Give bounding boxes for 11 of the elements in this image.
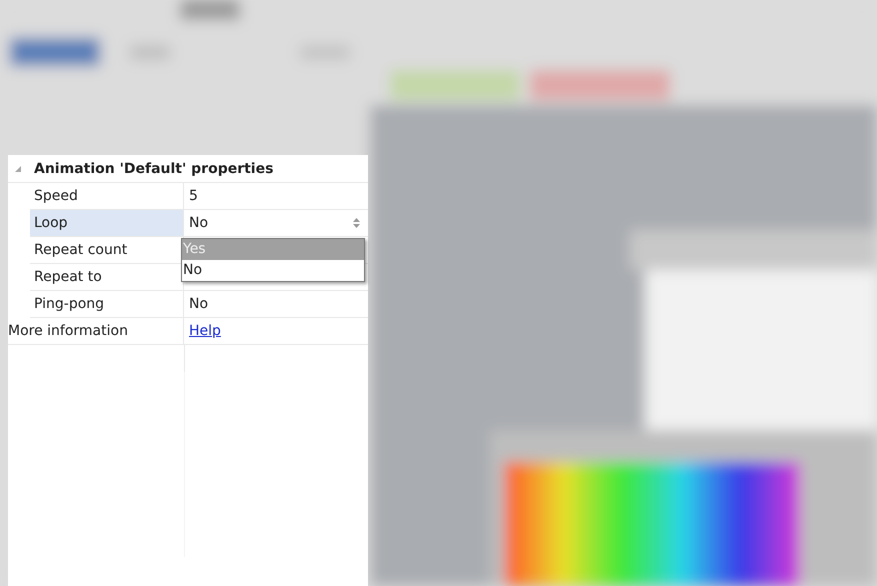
property-value[interactable]: 5 xyxy=(189,188,198,204)
property-value[interactable]: No xyxy=(189,215,208,231)
category-title: Animation 'Default' properties xyxy=(34,160,274,176)
help-link[interactable]: Help xyxy=(189,323,221,339)
property-value[interactable]: No xyxy=(189,296,208,312)
collapse-arrow-icon[interactable] xyxy=(14,164,22,172)
property-name[interactable]: Ping-pong xyxy=(30,291,184,318)
property-name: More information xyxy=(8,318,184,345)
property-name[interactable]: Loop xyxy=(30,210,184,237)
spinner-icon[interactable] xyxy=(353,218,360,228)
dropdown-option[interactable]: No xyxy=(182,260,364,281)
